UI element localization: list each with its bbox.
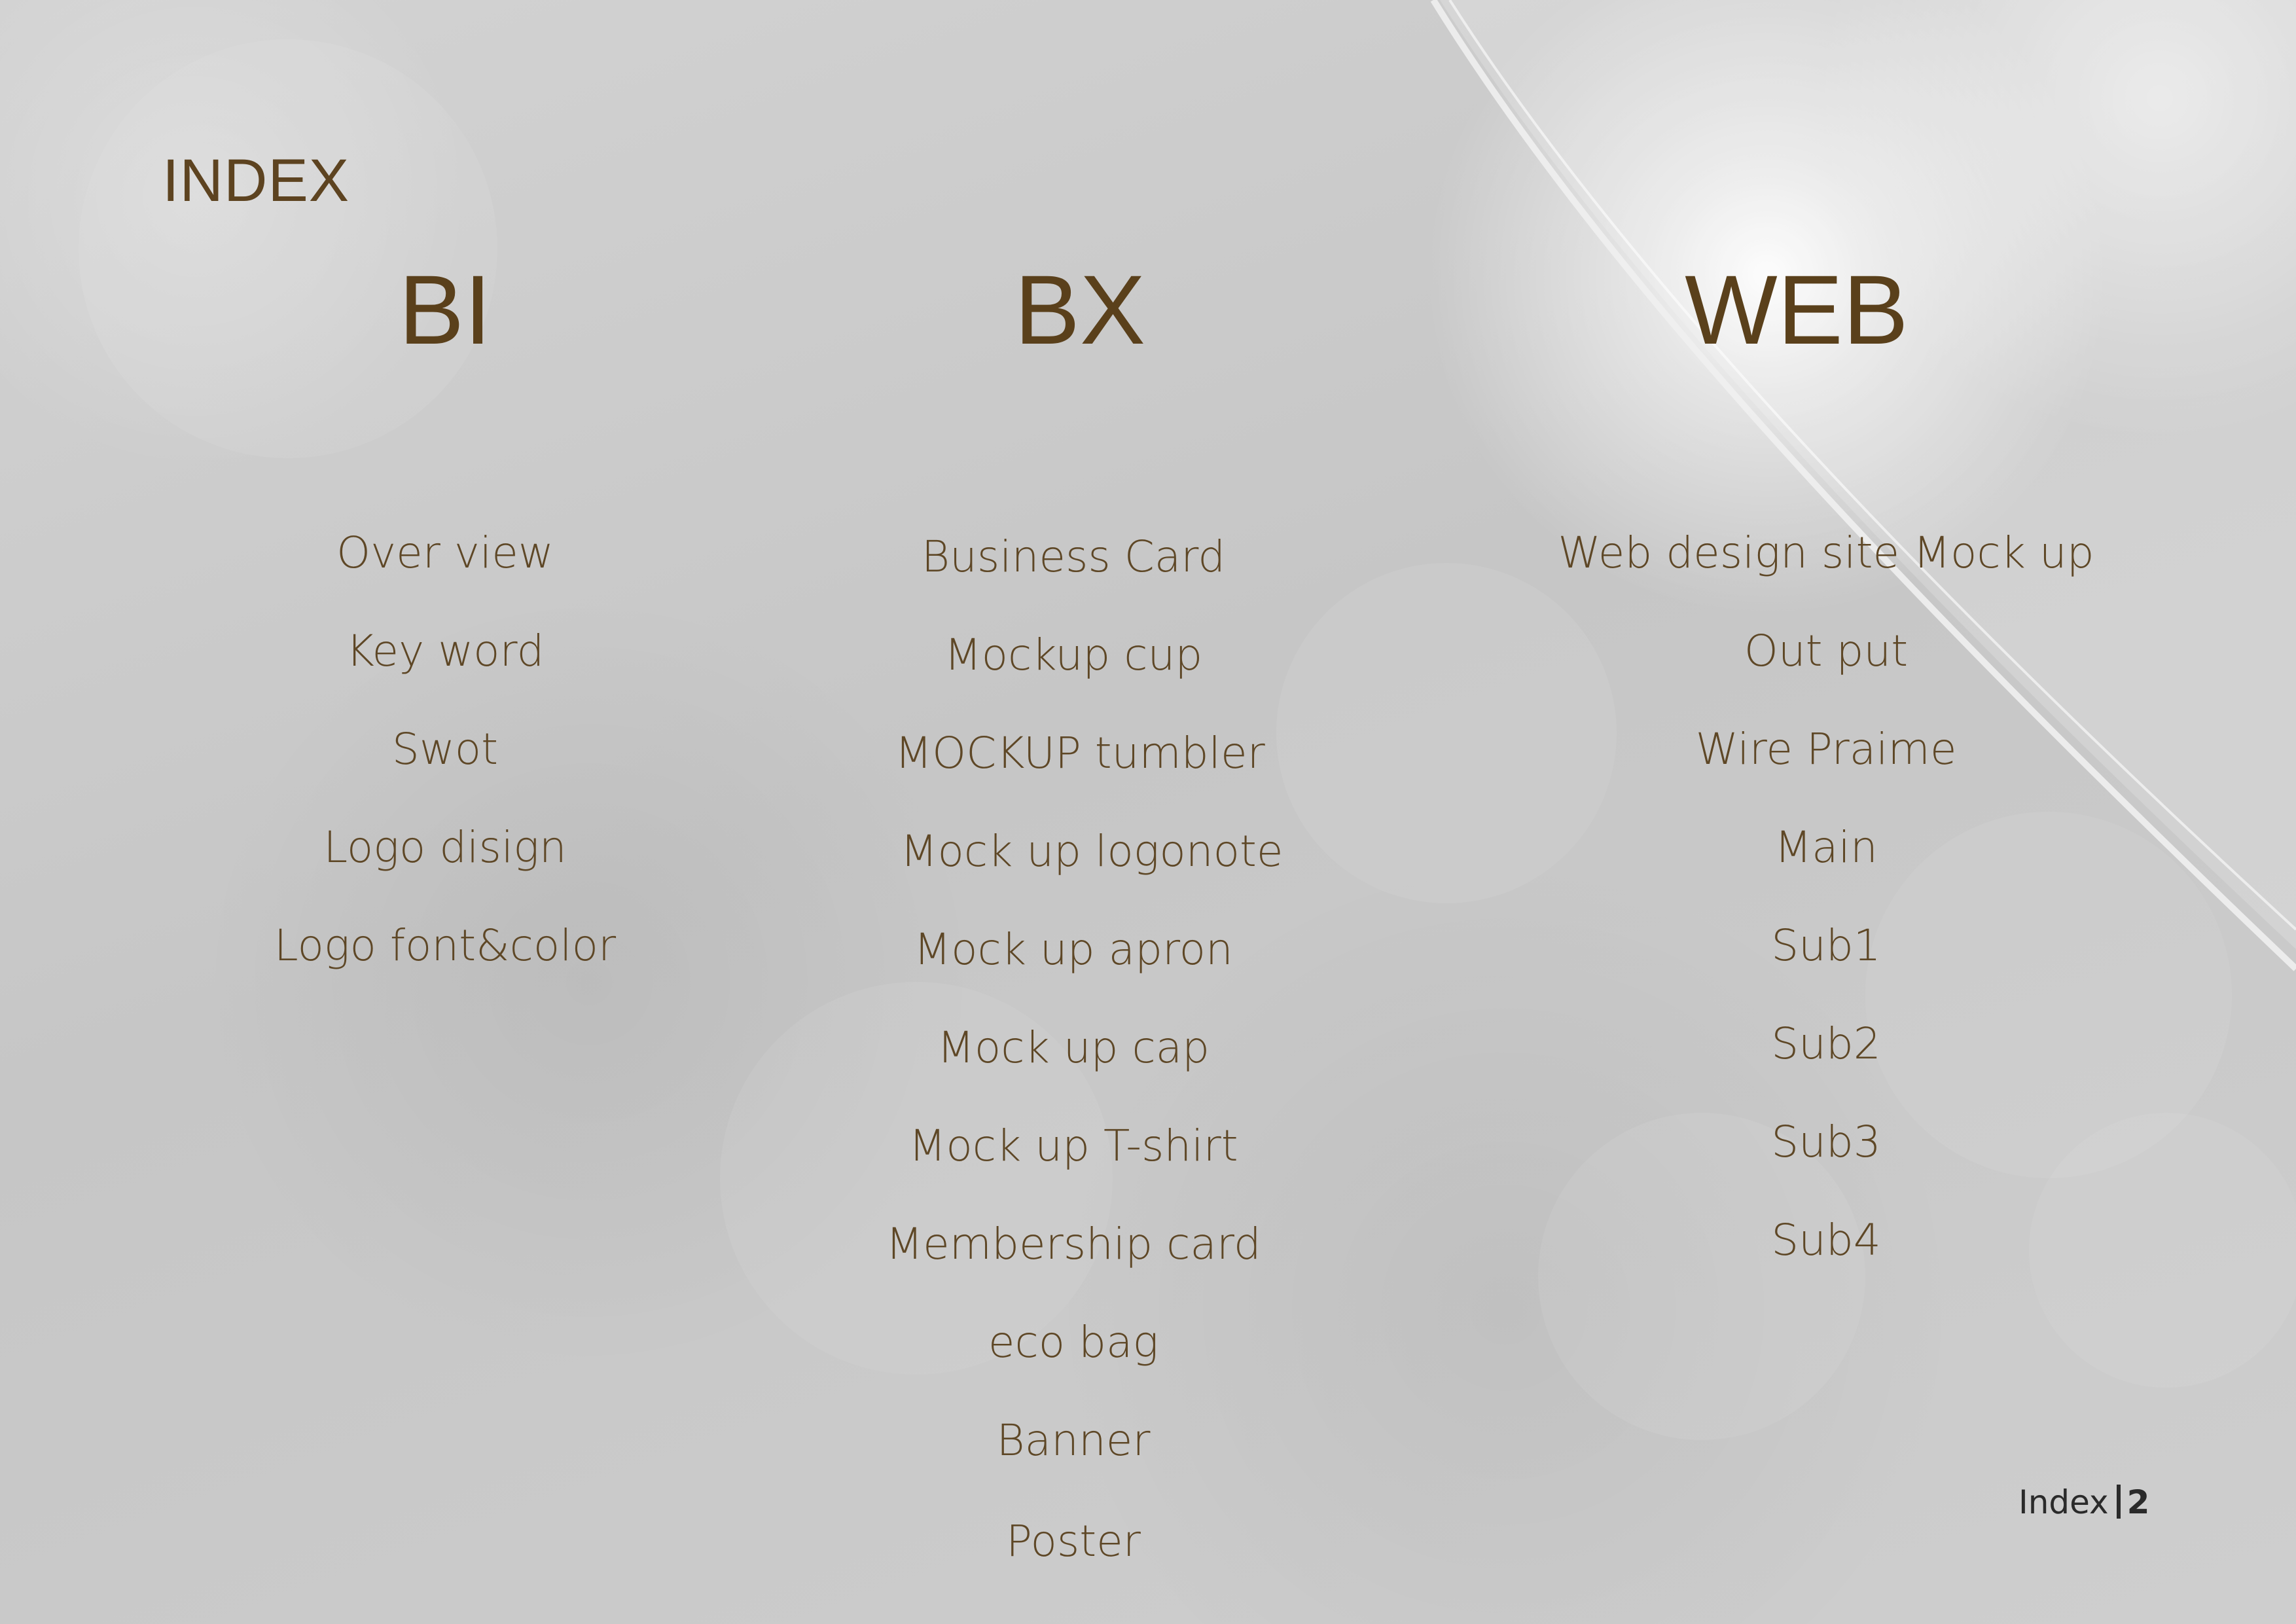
list-item[interactable]: Sub1: [1532, 924, 2121, 967]
list-item[interactable]: Membership card: [812, 1223, 1335, 1266]
list-item[interactable]: Sub3: [1532, 1121, 2121, 1164]
list-item[interactable]: Over view: [249, 532, 641, 575]
list-item[interactable]: Wire Praime: [1532, 728, 2121, 771]
list-item[interactable]: Poster: [812, 1520, 1335, 1563]
column-title-bi: BI: [399, 255, 492, 365]
list-item[interactable]: Key word: [249, 630, 641, 673]
light-streak-decoration: [1430, 0, 2296, 971]
list-item[interactable]: Swot: [249, 728, 641, 771]
list-item[interactable]: Out put: [1532, 630, 2121, 673]
list-item[interactable]: Logo font&color: [249, 924, 641, 967]
list-item[interactable]: Mock up cap: [812, 1026, 1335, 1070]
page-footer: Index 2: [2018, 1485, 2149, 1519]
list-item[interactable]: Web design site Mock up: [1532, 532, 2121, 575]
list-item[interactable]: Mockup cup: [812, 634, 1335, 677]
list-item[interactable]: Mock up apron: [812, 928, 1335, 971]
list-item[interactable]: Mock up T-shirt: [812, 1125, 1335, 1168]
index-page: INDEX BI BX WEB Over view Key word Swot …: [0, 0, 2296, 1624]
column-title-bx: BX: [1014, 255, 1146, 365]
footer-label: Index: [2018, 1483, 2109, 1521]
list-item[interactable]: Sub4: [1532, 1219, 2121, 1262]
column-title-web: WEB: [1685, 255, 1909, 365]
list-item[interactable]: eco bag: [812, 1321, 1335, 1364]
list-item[interactable]: Main: [1532, 826, 2121, 869]
list-item[interactable]: Banner: [812, 1419, 1335, 1462]
list-item[interactable]: Business Card: [812, 535, 1335, 579]
list-item[interactable]: Logo disign: [249, 826, 641, 869]
list-item[interactable]: Sub2: [1532, 1022, 2121, 1066]
page-number: 2: [2126, 1483, 2150, 1521]
page-heading: INDEX: [162, 147, 350, 214]
list-item[interactable]: MOCKUP tumbler: [818, 732, 1342, 775]
list-item[interactable]: Mock up logonote: [830, 830, 1354, 873]
footer-divider: [2116, 1485, 2121, 1519]
